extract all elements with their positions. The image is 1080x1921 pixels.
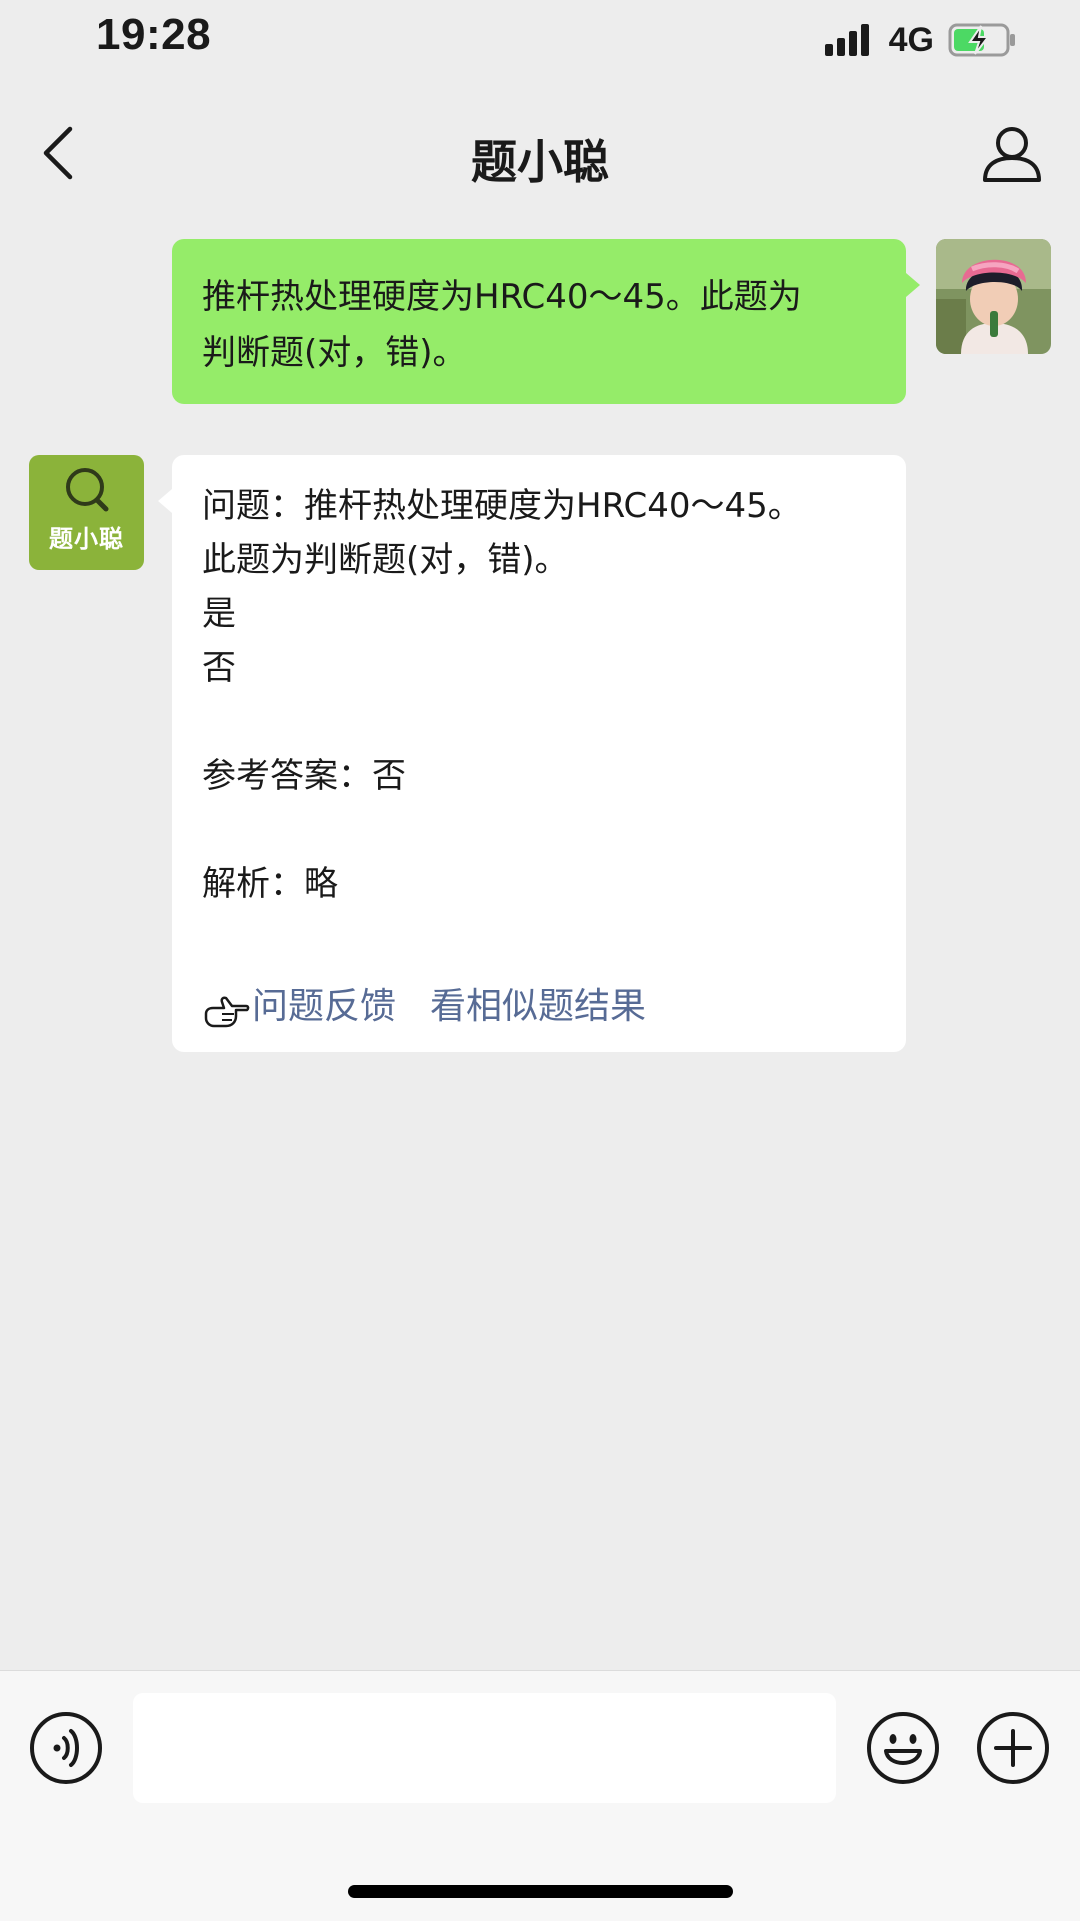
magnifier-icon <box>66 468 109 512</box>
page-title: 题小聪 <box>471 135 609 189</box>
user-avatar[interactable] <box>936 239 1051 354</box>
voice-button[interactable] <box>29 1711 103 1785</box>
bot-avatar-label: 题小聪 <box>49 525 124 553</box>
more-button[interactable] <box>976 1711 1050 1785</box>
question-line: 问题：推杆热处理硬度为HRC40～45。 <box>202 486 802 526</box>
message-input[interactable] <box>133 1693 836 1803</box>
status-bar: 19:28 4G <box>0 0 1080 90</box>
emoji-icon <box>867 1712 939 1784</box>
home-indicator[interactable] <box>348 1885 733 1898</box>
person-icon <box>983 127 1041 182</box>
user-message-line: 判断题(对，错)。 <box>202 333 467 373</box>
bot-message-bubble[interactable]: 问题：推杆热处理硬度为HRC40～45。 此题为判断题(对，错)。 是 否 参考… <box>158 455 906 1052</box>
avatar-image <box>936 239 1051 354</box>
feedback-link[interactable]: 问题反馈 <box>252 980 396 1034</box>
network-label: 4G <box>888 20 934 59</box>
option-yes: 是 <box>202 594 236 634</box>
reference-answer: 参考答案：否 <box>202 756 406 796</box>
status-time: 19:28 <box>96 10 212 59</box>
similar-results-link[interactable]: 看相似题结果 <box>430 980 646 1034</box>
voice-icon <box>30 1712 102 1784</box>
input-bar <box>0 1670 1080 1921</box>
plus-icon <box>977 1712 1049 1784</box>
signal-icon <box>824 24 869 56</box>
profile-button[interactable] <box>980 122 1044 186</box>
analysis: 解析：略 <box>202 864 338 904</box>
user-message-line: 推杆热处理硬度为HRC40～45。此题为 <box>202 277 802 317</box>
bot-avatar[interactable]: 题小聪 <box>29 455 144 570</box>
status-indicators: 4G <box>823 18 1018 62</box>
chat-area[interactable]: 推杆热处理硬度为HRC40～45。此题为 判断题(对，错)。 题小聪 问题：推杆… <box>0 220 1080 1670</box>
user-message-bubble[interactable]: 推杆热处理硬度为HRC40～45。此题为 判断题(对，错)。 <box>172 239 920 404</box>
question-line: 此题为判断题(对，错)。 <box>202 540 569 580</box>
pointing-hand-icon <box>204 996 250 1028</box>
emoji-button[interactable] <box>866 1711 940 1785</box>
nav-bar: 题小聪 <box>0 90 1080 220</box>
message-actions: 问题反馈 看相似题结果 <box>202 980 646 1034</box>
battery-charging-icon <box>948 23 1015 57</box>
option-no: 否 <box>202 648 236 688</box>
